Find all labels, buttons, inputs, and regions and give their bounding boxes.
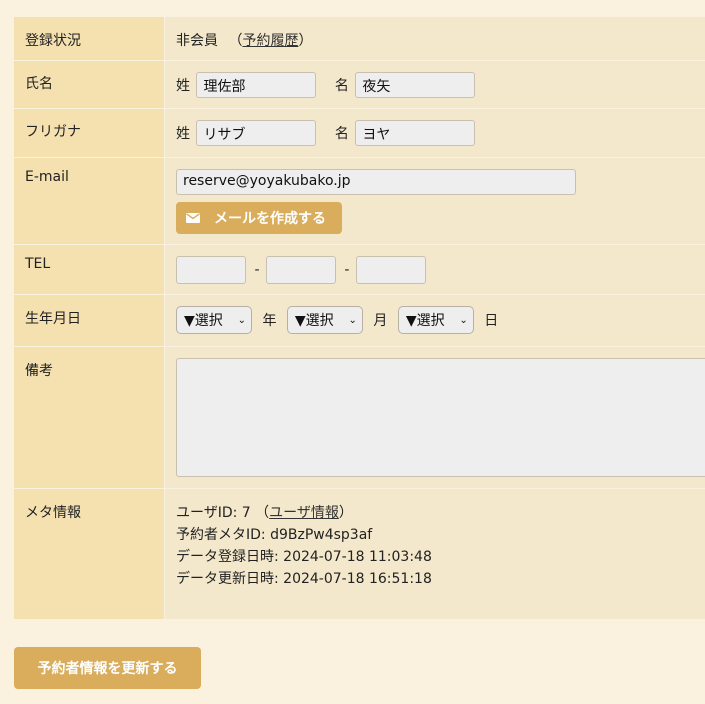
user-info-link[interactable]: ユーザ情報 — [269, 505, 339, 521]
chevron-down-icon: ⌄ — [459, 314, 468, 326]
first-name-input[interactable]: 夜矢 — [355, 72, 476, 98]
compose-mail-button[interactable]: メールを作成する — [176, 202, 342, 234]
meta-updated-at: データ更新日時: 2024-07-18 16:51:18 — [176, 571, 432, 587]
row-name: 氏名 姓 理佐部 名 夜矢 — [14, 61, 705, 109]
status-value-wrap: 非会員 （予約履歴） — [176, 30, 312, 50]
tel-value-cell: - - — [165, 245, 705, 294]
birth-year-select[interactable]: ▼選択 ⌄ — [176, 306, 252, 334]
day-unit: 日 — [484, 313, 499, 329]
birth-day-select[interactable]: ▼選択 ⌄ — [397, 306, 474, 334]
chevron-down-icon: ⌄ — [348, 314, 357, 326]
status-paren-open: （ — [228, 33, 243, 49]
tel-label-cell: TEL — [14, 245, 164, 294]
tel-sep-2: - — [344, 262, 350, 278]
email-value-cell: reserve@yoyakubako.jp メールを作成する — [165, 158, 705, 244]
row-status: 登録状況 非会員 （予約履歴） — [14, 17, 705, 61]
name-label-cell: 氏名 — [14, 61, 164, 108]
sei-label: 姓 — [176, 78, 190, 94]
email-label-cell: E-mail — [14, 158, 164, 244]
furigana-sei-label: 姓 — [176, 126, 190, 142]
meta-reserver-id: 予約者メタID: d9BzPw4sp3af — [176, 527, 373, 543]
name-fields: 姓 理佐部 名 夜矢 — [176, 72, 476, 98]
meta-user-id-close: ） — [338, 505, 353, 521]
birth-month-select-value: ▼選択 — [294, 313, 334, 329]
mei-label: 名 — [334, 78, 349, 94]
notes-textarea[interactable] — [176, 358, 705, 477]
status-value-cell: 非会員 （予約履歴） — [165, 17, 705, 60]
birth-month-select[interactable]: ▼選択 ⌄ — [286, 306, 363, 334]
notes-label-cell: 備考 — [14, 347, 164, 488]
tel-label: TEL — [25, 256, 51, 272]
furigana-label-cell: フリガナ — [14, 109, 164, 157]
reservation-history-link[interactable]: 予約履歴 — [242, 33, 298, 49]
birthday-label: 生年月日 — [25, 311, 81, 327]
row-meta: メタ情報 ユーザID: 7 （ユーザ情報） 予約者メタID: d9BzPw4sp… — [14, 489, 705, 619]
last-name-input[interactable]: 理佐部 — [196, 72, 317, 98]
row-birthday: 生年月日 ▼選択 ⌄ 年 ▼選択 ⌄ 月 ▼選択 ⌄ 日 — [14, 295, 705, 347]
notes-value-cell — [165, 347, 705, 488]
email-label: E-mail — [25, 169, 69, 185]
tel-sep-1: - — [254, 262, 260, 278]
birthday-value-cell: ▼選択 ⌄ 年 ▼選択 ⌄ 月 ▼選択 ⌄ 日 — [165, 295, 705, 346]
meta-user-id: ユーザID: 7 （ユーザ情報） — [176, 502, 353, 522]
email-input[interactable]: reserve@yoyakubako.jp — [176, 169, 576, 195]
last-name-kana-input[interactable]: リサブ — [196, 120, 317, 146]
birth-year-select-value: ▼選択 — [184, 313, 223, 329]
tel-fields: - - — [176, 256, 426, 284]
year-unit: 年 — [262, 313, 277, 329]
meta-created-at: データ登録日時: 2024-07-18 11:03:48 — [176, 549, 432, 565]
status-label: 登録状況 — [25, 33, 81, 49]
status-label-cell: 登録状況 — [14, 17, 164, 60]
birthday-label-cell: 生年月日 — [14, 295, 164, 346]
meta-label-cell: メタ情報 — [14, 489, 164, 619]
row-furigana: フリガナ 姓 リサブ 名 ヨヤ — [14, 109, 705, 158]
row-notes: 備考 — [14, 347, 705, 489]
envelope-icon — [186, 213, 200, 223]
meta-user-id-text: ユーザID: 7 （ — [176, 505, 270, 521]
birth-day-select-value: ▼選択 — [405, 313, 445, 329]
meta-label: メタ情報 — [25, 505, 81, 521]
birthday-fields: ▼選択 ⌄ 年 ▼選択 ⌄ 月 ▼選択 ⌄ 日 — [176, 306, 504, 334]
tel-part3-input[interactable] — [355, 256, 426, 284]
compose-mail-label: メールを作成する — [214, 211, 326, 227]
furigana-mei-label: 名 — [334, 126, 349, 142]
tel-part1-input[interactable] — [176, 256, 246, 284]
chevron-down-icon: ⌄ — [237, 314, 246, 326]
name-value-cell: 姓 理佐部 名 夜矢 — [165, 61, 705, 108]
update-reserver-button[interactable]: 予約者情報を更新する — [14, 647, 201, 689]
first-name-kana-input[interactable]: ヨヤ — [355, 120, 476, 146]
furigana-label: フリガナ — [25, 124, 81, 140]
row-email: E-mail reserve@yoyakubako.jp メールを作成する — [14, 158, 705, 245]
furigana-value-cell: 姓 リサブ 名 ヨヤ — [165, 109, 705, 157]
meta-value-cell: ユーザID: 7 （ユーザ情報） 予約者メタID: d9BzPw4sp3af デ… — [165, 489, 705, 619]
month-unit: 月 — [373, 313, 388, 329]
reserver-form: 登録状況 非会員 （予約履歴） 氏名 姓 理佐部 名 夜矢 フリガナ 姓 リサブ… — [14, 17, 705, 619]
status-value: 非会員 — [176, 33, 218, 49]
row-tel: TEL - - — [14, 245, 705, 295]
notes-label: 備考 — [25, 363, 53, 379]
status-paren-close: ） — [298, 33, 313, 49]
name-label: 氏名 — [25, 76, 53, 92]
furigana-fields: 姓 リサブ 名 ヨヤ — [176, 120, 476, 146]
tel-part2-input[interactable] — [265, 256, 336, 284]
